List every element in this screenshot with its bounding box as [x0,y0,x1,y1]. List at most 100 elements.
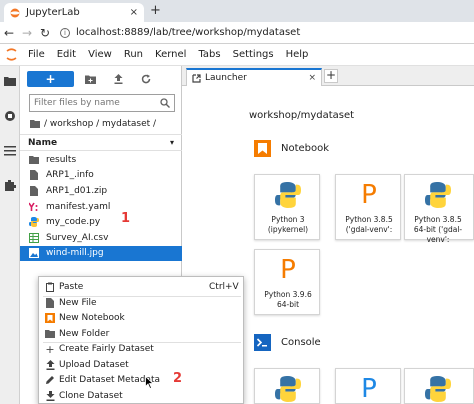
breadcrumb-path[interactable]: / workshop / mydataset / [44,119,156,129]
menu-item-label: New Notebook [59,313,125,324]
context-menu: Paste Ctrl+V New File New Notebook New F… [38,276,244,404]
yaml-icon [29,202,39,212]
menu-item-label: New Folder [59,328,110,339]
list-item[interactable]: ARP1_.info [20,168,182,184]
launcher-icon [192,73,201,83]
notebook-icon [254,140,271,157]
file-name: manifest.yaml [46,201,111,212]
menu-tabs[interactable]: Tabs [192,49,226,60]
notebook-heading: Notebook [281,143,330,154]
console-card-python3[interactable] [254,368,320,404]
new-launcher-button[interactable]: + [27,71,74,87]
menu-view[interactable]: View [82,49,118,60]
column-header-name[interactable]: Name ▾ [20,134,182,151]
pencil-icon [45,375,55,385]
notebook-section-heading: Notebook [254,140,329,157]
folder-icon [45,329,55,339]
menu-item-label: New File [59,297,97,308]
menu-run[interactable]: Run [118,49,149,60]
list-item[interactable]: manifest.yaml [20,199,182,215]
kernel-card-python396[interactable]: P Python 3.9.6 64-bit [254,249,320,315]
menu-edit[interactable]: Edit [51,49,82,60]
notebook-icon [45,313,55,324]
left-activity-bar [0,66,20,404]
menu-item-clone-dataset[interactable]: Clone Dataset [39,388,245,404]
site-info-icon[interactable]: i [60,27,70,38]
menu-item-edit-dataset-metadata[interactable]: Edit Dataset Metadata [39,373,245,389]
close-tab-icon[interactable]: × [130,7,138,18]
upload-icon [45,359,55,370]
kernel-card-label: Python 3.9.6 64-bit [264,290,312,309]
tab-launcher[interactable]: Launcher × [186,68,322,86]
console-card-gdal-venv-64[interactable] [404,368,474,404]
toc-icon[interactable] [3,144,17,158]
console-card-gdal-venv[interactable]: P [335,368,401,404]
new-tab-button[interactable]: + [150,3,161,18]
kernel-card-gdal-venv-64[interactable]: Python 3.8.5 64-bit ('gdal-venv': [404,174,474,244]
back-icon[interactable]: ← [0,26,18,40]
menu-item-new-file[interactable]: New File [39,295,245,311]
search-icon [160,98,170,108]
close-icon[interactable]: × [308,73,316,83]
kernel-card-label: Python 3.8.5 64-bit ('gdal-venv': [413,215,463,244]
dock-tabbar: Launcher × + [182,66,474,86]
menu-item-label: Paste [59,281,84,292]
folder-home-icon[interactable] [30,120,40,128]
list-item[interactable]: my_code.py [20,214,182,230]
python-p-icon: P [280,255,296,285]
menu-item-create-fairly-dataset[interactable]: + Create Fairly Dataset [39,342,245,358]
browser-tab[interactable]: JupyterLab × [4,3,144,22]
refresh-icon[interactable] [134,71,158,87]
python-p-icon: P [361,180,377,210]
file-name: Survey_AI.csv [46,232,109,243]
file-name: ARP1_d01.zip [46,185,108,196]
menu-kernel[interactable]: Kernel [149,49,192,60]
list-item[interactable]: results [20,152,182,168]
menu-item-new-notebook[interactable]: New Notebook [39,311,245,327]
running-icon[interactable] [3,109,17,123]
menu-file[interactable]: File [22,49,51,60]
reload-icon[interactable]: ↻ [36,26,54,40]
jupyterlab-menubar: File Edit View Run Kernel Tabs Settings … [0,44,474,66]
jupyter-logo-icon [0,44,22,66]
kernel-card-gdal-venv[interactable]: P Python 3.8.5 ('gdal-venv': [335,174,401,240]
filter-files-field[interactable] [29,94,175,112]
file-name: my_code.py [46,217,101,228]
list-item-selected[interactable]: wind-mill.jpg [20,245,182,262]
annotation-one: 1 [121,211,131,226]
file-list: results ARP1_.info ARP1_d01.zip manifest… [20,152,182,262]
menu-settings[interactable]: Settings [227,49,280,60]
download-icon [45,390,55,401]
new-folder-icon[interactable] [78,71,102,87]
python-logo-icon [255,181,321,209]
file-name: results [46,154,77,165]
plus-icon: + [45,342,55,356]
breadcrumb: / workshop / mydataset / [30,119,156,129]
folder-icon[interactable] [3,74,17,88]
menu-item-paste[interactable]: Paste Ctrl+V [39,279,245,295]
filter-files-input[interactable] [34,98,160,108]
file-name: ARP1_.info [46,170,94,181]
add-tab-button[interactable]: + [324,69,338,83]
upload-icon[interactable] [106,71,130,87]
spreadsheet-icon [29,232,39,243]
menu-item-new-folder[interactable]: New Folder [39,326,245,342]
sort-caret-icon: ▾ [169,138,174,147]
kernel-card-python3[interactable]: Python 3 (ipykernel) [254,174,320,240]
kernel-card-label: Python 3 (ipykernel) [267,215,309,234]
extension-icon[interactable] [3,178,17,192]
menu-item-label: Create Fairly Dataset [59,344,154,355]
mouse-cursor-icon [145,376,154,389]
shortcut-label: Ctrl+V [209,281,239,292]
url-field[interactable]: localhost:8889/lab/tree/workshop/mydatas… [76,27,300,38]
image-icon [29,248,39,259]
menu-item-upload-dataset[interactable]: Upload Dataset [39,357,245,373]
list-item[interactable]: ARP1_d01.zip [20,183,182,199]
forward-icon[interactable]: → [18,26,36,40]
list-item[interactable]: Survey_AI.csv [20,230,182,246]
file-icon [29,185,39,196]
menu-help[interactable]: Help [280,49,315,60]
file-icon [45,297,55,308]
address-bar: ← → ↻ i localhost:8889/lab/tree/workshop… [0,22,474,44]
python-p-icon: P [361,374,377,404]
